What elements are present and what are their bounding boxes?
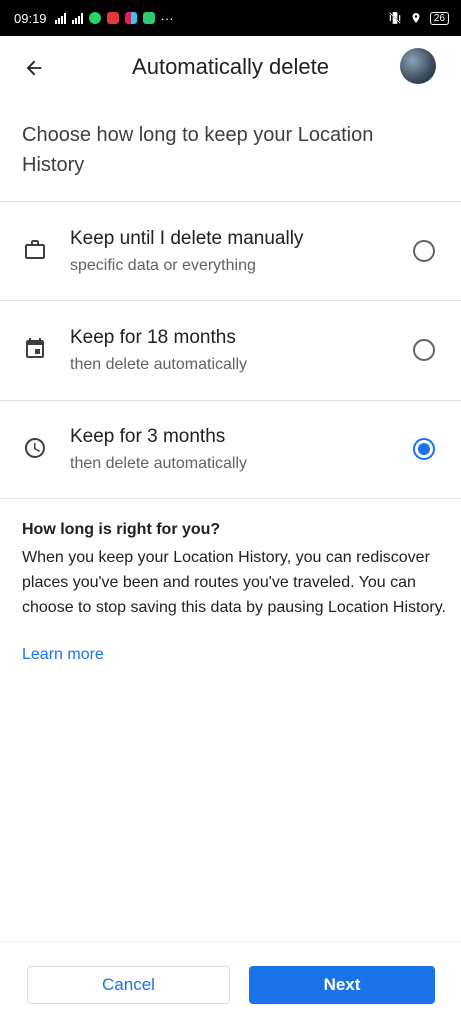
briefcase-icon [22, 237, 48, 263]
option-keep-3-months[interactable]: Keep for 3 months then delete automatica… [0, 401, 461, 499]
notification-app-icon [106, 12, 119, 24]
page-title: Automatically delete [132, 54, 329, 79]
option-title: Keep for 18 months [70, 327, 236, 348]
slack-icon [124, 12, 137, 24]
status-right: 26 [388, 11, 449, 25]
account-avatar[interactable] [400, 48, 436, 84]
option-keep-18-months[interactable]: Keep for 18 months then delete automatic… [0, 301, 461, 399]
message-app-icon [142, 12, 155, 24]
signal-icon [71, 12, 83, 24]
radio-button[interactable] [413, 339, 435, 361]
status-bar: 09:19 ··· 26 [0, 0, 461, 36]
clock-icon [22, 435, 48, 461]
radio-button-selected[interactable] [413, 438, 435, 460]
radio-button[interactable] [413, 240, 435, 262]
cancel-button[interactable]: Cancel [27, 966, 230, 1004]
info-heading: How long is right for you? [22, 521, 221, 538]
option-subtitle: then delete automatically [70, 356, 247, 373]
info-body: When you keep your Location History, you… [22, 549, 446, 616]
option-keep-manual[interactable]: Keep until I delete manually specific da… [0, 202, 461, 300]
calendar-icon [22, 336, 48, 362]
next-button[interactable]: Next [249, 966, 435, 1004]
bottom-action-bar: Cancel Next [0, 941, 461, 1024]
learn-more-link[interactable]: Learn more [22, 646, 104, 664]
whatsapp-icon [88, 12, 101, 24]
status-time: 09:19 [14, 10, 47, 26]
divider [0, 498, 461, 499]
option-title: Keep until I delete manually [70, 228, 304, 249]
location-icon [412, 13, 420, 23]
vibrate-icon [389, 12, 401, 24]
battery-icon: 26 [429, 11, 449, 25]
more-notifications-icon: ··· [160, 10, 174, 26]
option-title: Keep for 3 months [70, 426, 226, 447]
status-left: 09:19 ··· [14, 11, 174, 26]
signal-icon [54, 12, 66, 24]
option-subtitle: then delete automatically [70, 455, 247, 472]
app-bar: Automatically delete [0, 36, 461, 100]
intro-text: Choose how long to keep your Location Hi… [22, 124, 374, 176]
option-subtitle: specific data or everything [70, 257, 256, 274]
